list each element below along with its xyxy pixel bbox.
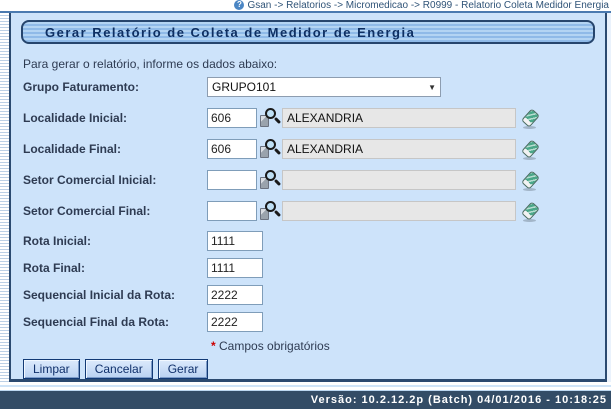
search-icon[interactable] [259, 108, 279, 129]
rota-inicial-label: Rota Inicial: [23, 234, 207, 248]
cancelar-button[interactable]: Cancelar [85, 359, 153, 379]
sequencial-final-input[interactable] [207, 312, 263, 332]
row-setor-comercial-inicial: Setor Comercial Inicial: [23, 169, 597, 191]
eraser-icon[interactable] [520, 139, 540, 160]
search-icon[interactable] [259, 170, 279, 191]
eraser-icon[interactable] [520, 108, 540, 129]
version-text: Versão: 10.2.12.2p (Batch) 04/01/2016 - … [311, 394, 607, 406]
gerar-button[interactable]: Gerar [158, 359, 209, 379]
sequencial-final-label: Sequencial Final da Rota: [23, 315, 207, 329]
search-icon[interactable] [259, 201, 279, 222]
form-instructions: Para gerar o relatório, informe os dados… [23, 57, 597, 71]
localidade-inicial-name: ALEXANDRIA [282, 108, 516, 128]
row-sequencial-inicial: Sequencial Inicial da Rota: [23, 285, 597, 305]
breadcrumb-bar: ? Gsan -> Relatorios -> Micromedicao -> … [0, 0, 611, 13]
gsan-window: ? Gsan -> Relatorios -> Micromedicao -> … [0, 0, 611, 409]
breadcrumb: Gsan -> Relatorios -> Micromedicao -> R0… [247, 0, 609, 11]
form-panel: Gerar Relatório de Coleta de Medidor de … [9, 13, 607, 382]
row-sequencial-final: Sequencial Final da Rota: [23, 312, 597, 332]
main-region: Gerar Relatório de Coleta de Medidor de … [0, 13, 611, 382]
button-row: Limpar Cancelar Gerar [23, 359, 595, 379]
setor-comercial-final-input[interactable] [207, 201, 257, 221]
search-icon[interactable] [259, 139, 279, 160]
page-title: Gerar Relatório de Coleta de Medidor de … [45, 25, 415, 40]
setor-comercial-inicial-name [282, 170, 516, 190]
limpar-button[interactable]: Limpar [23, 359, 80, 379]
grupo-faturamento-select[interactable]: GRUPO101 ▼ [207, 77, 441, 97]
grupo-faturamento-label: Grupo Faturamento: [23, 80, 207, 94]
required-fields-note: * Campos obrigatórios [211, 339, 597, 353]
setor-comercial-inicial-input[interactable] [207, 170, 257, 190]
sequencial-inicial-label: Sequencial Inicial da Rota: [23, 288, 207, 302]
row-rota-inicial: Rota Inicial: [23, 231, 597, 251]
required-asterisk: * [211, 339, 216, 353]
grupo-faturamento-selected-value: GRUPO101 [212, 80, 276, 94]
footer-bar: Versão: 10.2.12.2p (Batch) 04/01/2016 - … [0, 391, 611, 409]
rota-final-label: Rota Final: [23, 261, 207, 275]
row-setor-comercial-final: Setor Comercial Final: [23, 200, 597, 222]
row-localidade-final: Localidade Final: ALEXANDRIA [23, 138, 597, 160]
eraser-icon[interactable] [520, 201, 540, 222]
help-icon[interactable]: ? [234, 0, 244, 10]
localidade-inicial-label: Localidade Inicial: [23, 111, 207, 125]
sequencial-inicial-input[interactable] [207, 285, 263, 305]
page-title-bar: Gerar Relatório de Coleta de Medidor de … [21, 20, 595, 44]
row-localidade-inicial: Localidade Inicial: ALEXANDRIA [23, 107, 597, 129]
localidade-final-input[interactable] [207, 139, 257, 159]
footer-decor-stripes [0, 382, 611, 391]
eraser-icon[interactable] [520, 170, 540, 191]
row-grupo-faturamento: Grupo Faturamento: GRUPO101 ▼ [23, 77, 597, 97]
setor-comercial-final-label: Setor Comercial Final: [23, 204, 207, 218]
setor-comercial-inicial-label: Setor Comercial Inicial: [23, 173, 207, 187]
setor-comercial-final-name [282, 201, 516, 221]
rota-final-input[interactable] [207, 258, 263, 278]
localidade-final-name: ALEXANDRIA [282, 139, 516, 159]
localidade-inicial-input[interactable] [207, 108, 257, 128]
row-rota-final: Rota Final: [23, 258, 597, 278]
required-text: Campos obrigatórios [219, 339, 330, 353]
localidade-final-label: Localidade Final: [23, 142, 207, 156]
right-decor-gap [607, 13, 611, 382]
chevron-down-icon: ▼ [428, 83, 436, 92]
left-decor-strip [0, 13, 9, 382]
rota-inicial-input[interactable] [207, 231, 263, 251]
